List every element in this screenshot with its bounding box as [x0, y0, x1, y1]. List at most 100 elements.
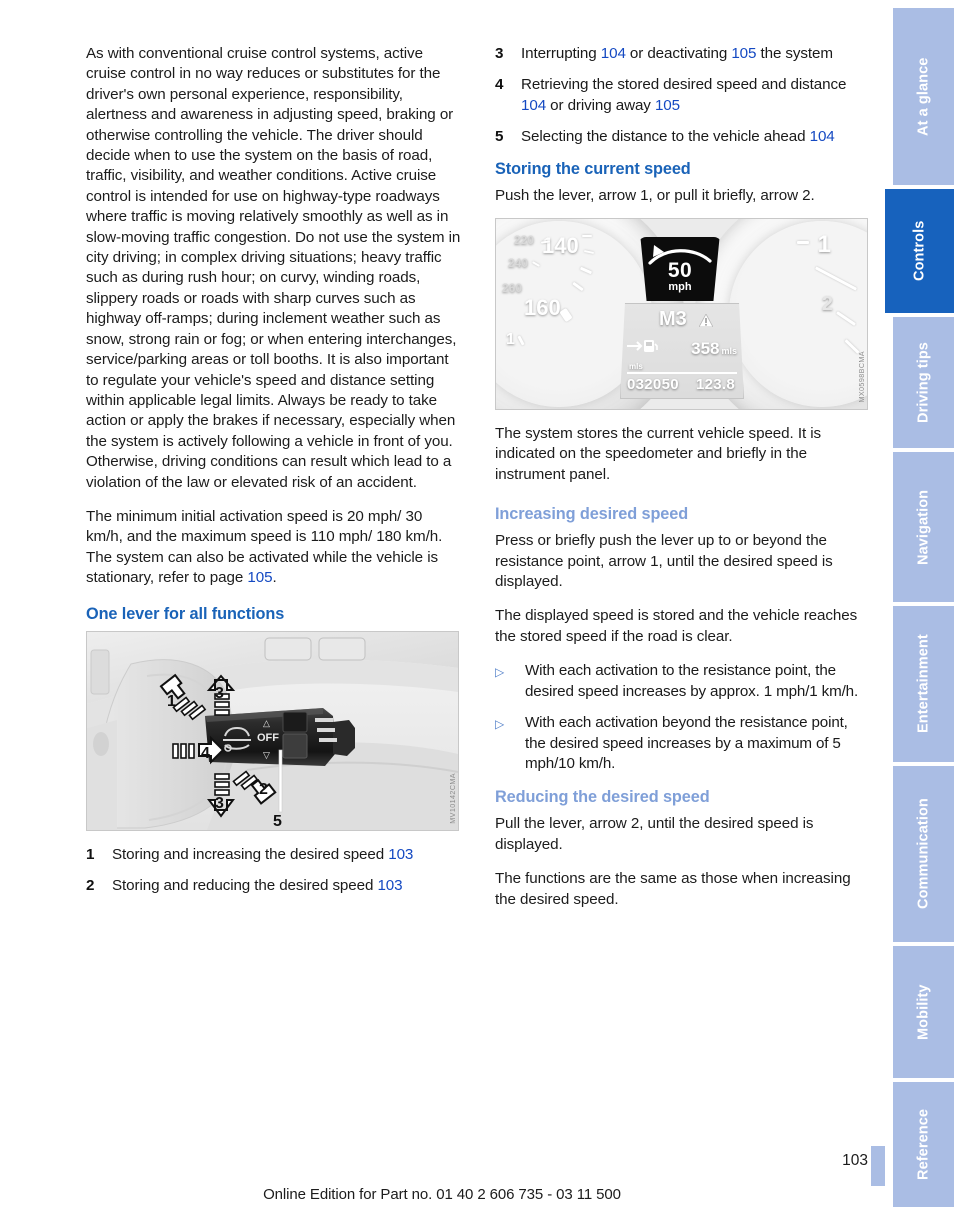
sidebar-item-driving-tips[interactable]: Driving tips: [893, 317, 954, 448]
sidebar-item-reference[interactable]: Reference: [893, 1082, 954, 1207]
increasing-bullet-list: ▷ With each activation to the resistance…: [495, 661, 872, 774]
fuel-range-icon: [627, 338, 659, 359]
dial-number-260: 260: [502, 281, 523, 296]
instrument-cluster-figure: 220 240 260 140 160 1 1 2 50 mph M3 358 …: [495, 218, 868, 411]
list-text: Storing and reducing the desired speed 1…: [112, 876, 463, 896]
paragraph-reducing-2: The functions are the same as those when…: [495, 870, 851, 908]
tab-label: At a glance: [915, 57, 932, 136]
dial-tick: [797, 241, 809, 245]
dial-number-right-2: 2: [821, 293, 833, 316]
range-row: 358 mls: [627, 338, 737, 359]
page-link[interactable]: 104: [810, 128, 835, 145]
tab-label: Communication: [915, 798, 932, 910]
sidebar-item-navigation[interactable]: Navigation: [893, 452, 954, 602]
footer-text: Online Edition for Part no. 01 40 2 606 …: [263, 1186, 621, 1203]
list-item: 4 Retrieving the stored desired speed an…: [495, 75, 872, 116]
dial-tick: [582, 235, 592, 238]
right-column: 3 Interrupting 104 or deactivating 105 t…: [495, 44, 872, 924]
range-readout: 358 mls: [691, 339, 737, 359]
lever-callout-list: 1 Storing and increasing the desired spe…: [86, 845, 463, 897]
list-number: 1: [86, 845, 95, 863]
list-number: 2: [86, 876, 95, 894]
figure-code-cluster: MX0598BCMA: [857, 351, 866, 404]
list-text: Selecting the distance to the vehicle ah…: [521, 127, 872, 147]
stalk-off-label: OFF: [257, 732, 279, 744]
page-link[interactable]: 104: [601, 45, 626, 62]
warning-triangle-icon: [698, 313, 714, 332]
triangle-bullet-icon: ▷: [495, 717, 505, 732]
stalk-down-label: ▽: [263, 750, 270, 760]
intro-paragraph: As with conventional cruise control syst…: [86, 45, 461, 491]
list-text-main: Storing and reducing the desired speed: [112, 876, 378, 894]
trip-value: 123.8: [695, 376, 735, 394]
left-column: As with conventional cruise control syst…: [86, 44, 463, 924]
svg-text:1: 1: [167, 693, 176, 710]
list-text: Storing and increasing the desired speed…: [112, 845, 463, 865]
list-text-part: the system: [756, 45, 833, 62]
dial-number-240: 240: [508, 256, 529, 271]
cruise-speed-display: 50 mph: [640, 237, 720, 302]
list-item: 1 Storing and increasing the desired spe…: [86, 845, 463, 865]
sidebar-item-at-a-glance[interactable]: At a glance: [893, 8, 954, 185]
page-columns: As with conventional cruise control syst…: [86, 44, 872, 924]
tab-label: Entertainment: [915, 634, 932, 734]
sidebar-item-controls[interactable]: Controls: [885, 189, 954, 313]
page-link-105[interactable]: 105: [247, 569, 272, 586]
paragraph-increasing-2: The displayed speed is stored and the ve…: [495, 607, 858, 645]
svg-text:2: 2: [259, 781, 268, 798]
tab-label: Reference: [915, 1108, 932, 1181]
svg-text:3: 3: [215, 685, 224, 702]
list-text-part: Interrupting: [521, 45, 601, 62]
activation-speed-paragraph: The minimum initial activation speed is …: [86, 507, 463, 589]
sidebar-item-mobility[interactable]: Mobility: [893, 946, 954, 1078]
list-number: 5: [495, 128, 504, 146]
bullet-text: With each activation to the resistance p…: [525, 662, 859, 700]
paragraph-storing: Push the lever, arrow 1, or pull it brie…: [495, 186, 815, 204]
page-link[interactable]: 105: [731, 45, 756, 62]
list-item: ▷ With each activation beyond the resist…: [495, 713, 872, 774]
list-item: 2 Storing and reducing the desired speed…: [86, 876, 463, 896]
odometer-value: 032050: [627, 376, 679, 394]
page-link[interactable]: 103: [388, 846, 413, 863]
heading-increasing-desired-speed: Increasing desired speed: [495, 505, 689, 524]
cruise-speed-value: 50: [667, 259, 693, 283]
lever-callout-list-continued: 3 Interrupting 104 or deactivating 105 t…: [495, 44, 872, 148]
page-link[interactable]: 105: [655, 97, 680, 114]
dial-number-220: 220: [514, 233, 535, 248]
bullet-text: With each activation beyond the resistan…: [525, 714, 848, 772]
paragraph-after-cluster: The system stores the current vehicle sp…: [495, 425, 822, 483]
list-text: Interrupting 104 or deactivating 105 the…: [521, 44, 872, 64]
sidebar-item-entertainment[interactable]: Entertainment: [893, 606, 954, 762]
svg-text:3: 3: [215, 795, 224, 812]
page-link[interactable]: 104: [521, 97, 546, 114]
range-unit: mls: [721, 345, 737, 356]
activation-speed-text-end: .: [272, 569, 277, 587]
list-text-part: Selecting the distance to the vehicle ah…: [521, 128, 810, 146]
list-item: ▷ With each activation to the resistance…: [495, 661, 872, 702]
dial-number-140: 140: [542, 233, 579, 259]
tab-label: Mobility: [915, 984, 932, 1040]
dial-number-right-1: 1: [817, 231, 831, 259]
list-text-part: Retrieving the stored desired speed and …: [521, 76, 847, 94]
paragraph-increasing-1: Press or briefly push the lever up to or…: [495, 532, 833, 591]
chapter-tab-strip: At a glance Controls Driving tips Naviga…: [885, 0, 954, 1215]
heading-one-lever: One lever for all functions: [86, 604, 285, 623]
tab-label: Driving tips: [915, 342, 932, 423]
manual-page: As with conventional cruise control syst…: [0, 0, 954, 1215]
page-number: 103: [842, 1152, 868, 1169]
cruise-speed-unit: mph: [668, 281, 692, 294]
paragraph-reducing-1: Pull the lever, arrow 2, until the desir…: [495, 815, 814, 853]
list-text-part: or deactivating: [625, 45, 732, 62]
lever-illustration: △ OFF ▽ 1 2 3 3 4 5: [87, 631, 458, 830]
list-number: 4: [495, 76, 504, 94]
svg-text:4: 4: [201, 745, 210, 762]
tab-label: Controls: [911, 220, 928, 282]
list-number: 3: [495, 45, 504, 62]
page-number-marker: [871, 1146, 885, 1186]
sidebar-item-communication[interactable]: Communication: [893, 766, 954, 942]
stalk-up-label: △: [263, 718, 270, 728]
list-item: 5 Selecting the distance to the vehicle …: [495, 127, 872, 147]
figure-code-lever: MV10142CMA: [448, 772, 457, 824]
heading-storing-current-speed: Storing the current speed: [495, 159, 691, 178]
page-link[interactable]: 103: [377, 877, 402, 894]
